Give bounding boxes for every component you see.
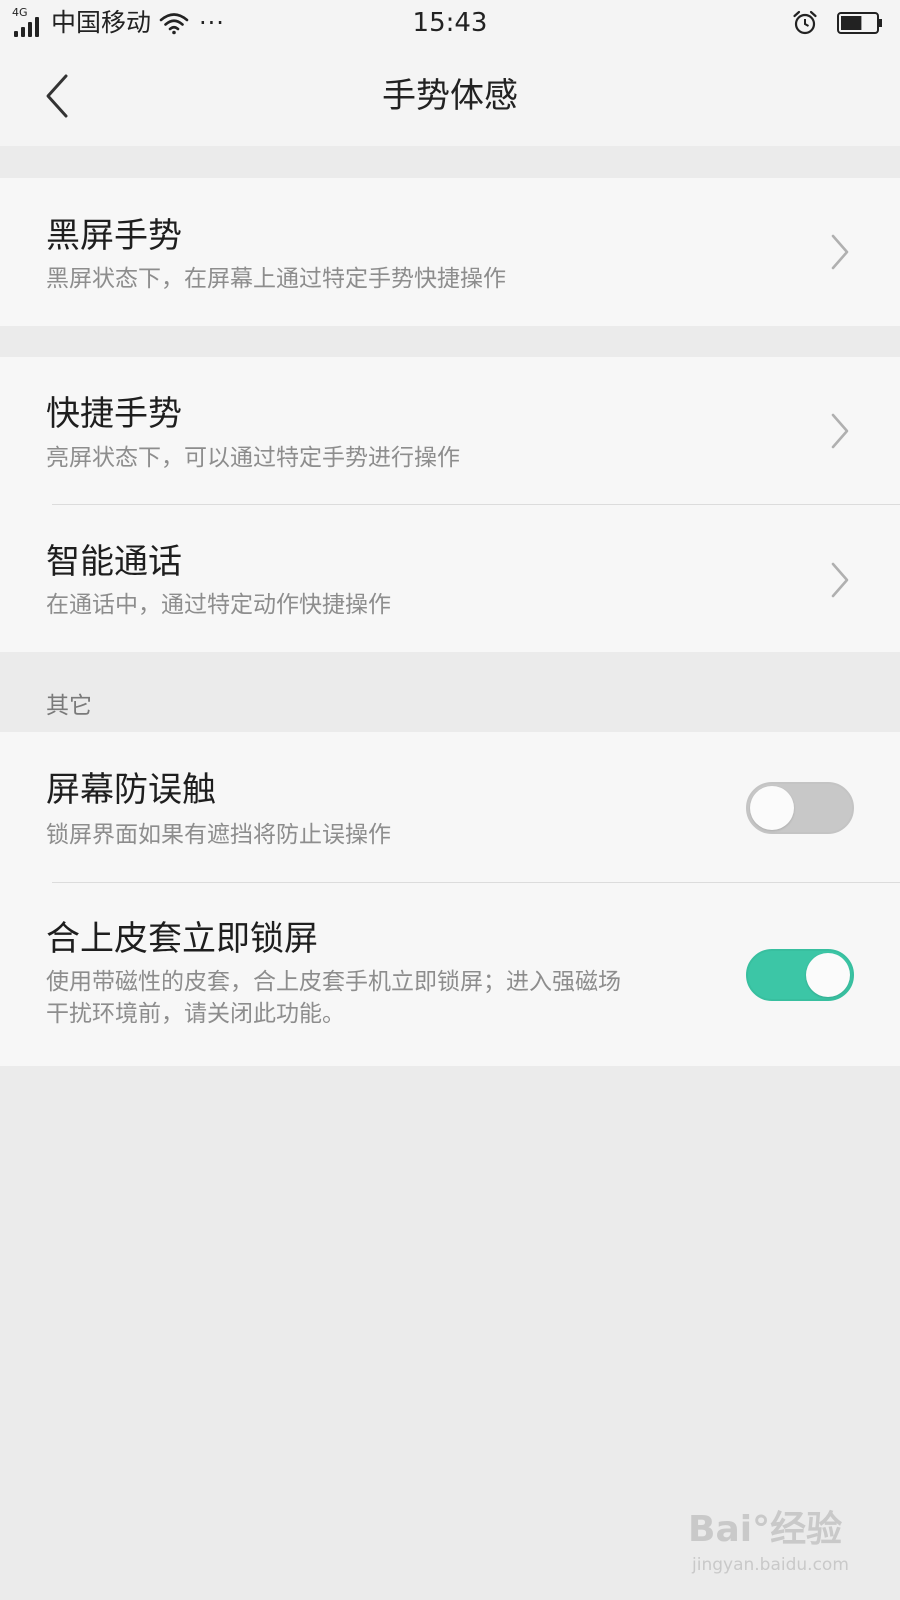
section-header-other: 其它: [46, 693, 92, 719]
chevron-right-icon: [831, 562, 849, 598]
baidu-jingyan-watermark: Bai°经验 jingyan.baidu.com: [688, 1508, 858, 1590]
anti-mistouch-row: 屏幕防误触 锁屏界面如果有遮挡将防止误操作: [0, 732, 900, 882]
row-title: 智能通话: [46, 542, 182, 582]
cover-lock-toggle[interactable]: [746, 949, 854, 1001]
toggle-knob: [806, 953, 850, 997]
black-screen-gesture-row[interactable]: 黑屏手势 黑屏状态下，在屏幕上通过特定手势快捷操作: [0, 178, 900, 326]
row-title: 屏幕防误触: [46, 770, 216, 810]
watermark-url: jingyan.baidu.com: [692, 1555, 849, 1575]
row-title: 黑屏手势: [46, 216, 182, 256]
chevron-right-icon: [831, 234, 849, 270]
row-description: 黑屏状态下，在屏幕上通过特定手势快捷操作: [46, 266, 506, 292]
other-section-card: 屏幕防误触 锁屏界面如果有遮挡将防止误操作 合上皮套立即锁屏 使用带磁性的皮套，…: [0, 732, 900, 1066]
gesture-section-card: 黑屏手势 黑屏状态下，在屏幕上通过特定手势快捷操作: [0, 178, 900, 326]
row-description: 亮屏状态下，可以通过特定手势进行操作: [46, 445, 460, 471]
row-title: 合上皮套立即锁屏: [46, 919, 318, 959]
smart-call-row[interactable]: 智能通话 在通话中，通过特定动作快捷操作: [0, 505, 900, 652]
quick-gesture-row[interactable]: 快捷手势 亮屏状态下，可以通过特定手势进行操作: [0, 357, 900, 505]
battery-icon: [837, 12, 882, 34]
row-description: 锁屏界面如果有遮挡将防止误操作: [46, 822, 391, 848]
alarm-icon: [793, 10, 817, 35]
navigation-bar: 手势体感: [0, 46, 900, 146]
anti-mistouch-toggle[interactable]: [746, 782, 854, 834]
status-bar: 4G 中国移动 ··· 15:43: [0, 0, 900, 46]
row-description: 在通话中，通过特定动作快捷操作: [46, 592, 391, 618]
quick-section-card: 快捷手势 亮屏状态下，可以通过特定手势进行操作 智能通话 在通话中，通过特定动作…: [0, 357, 900, 652]
watermark-logo: Bai°经验: [688, 1509, 843, 1550]
row-title: 快捷手势: [46, 394, 182, 434]
page-title: 手势体感: [382, 76, 518, 116]
row-description-line-2: 干扰环境前，请关闭此功能。: [46, 1001, 345, 1027]
cover-lock-row: 合上皮套立即锁屏 使用带磁性的皮套，合上皮套手机立即锁屏；进入强磁场 干扰环境前…: [0, 883, 900, 1066]
chevron-right-icon: [831, 413, 849, 449]
clock: 15:43: [412, 8, 488, 38]
toggle-knob: [750, 786, 794, 830]
row-description-line-1: 使用带磁性的皮套，合上皮套手机立即锁屏；进入强磁场: [46, 969, 621, 995]
